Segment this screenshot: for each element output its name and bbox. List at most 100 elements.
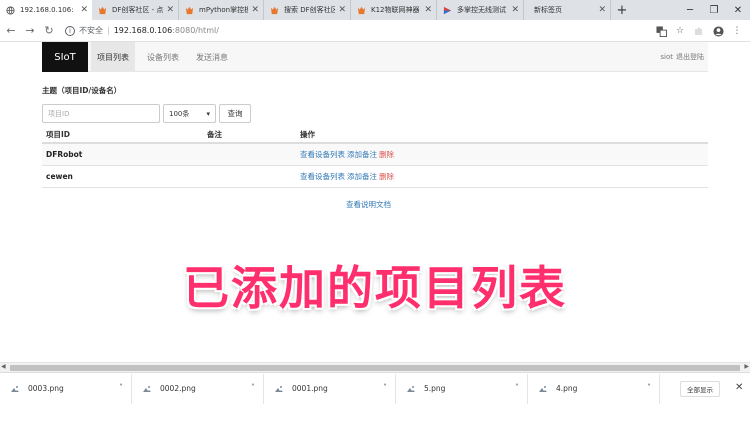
nav-item-devices[interactable]: 设备列表 <box>141 42 185 72</box>
view-devices-link[interactable]: 查看设备列表 <box>300 171 345 182</box>
download-item[interactable]: 0001.png ˄ <box>264 373 396 404</box>
project-id-input[interactable] <box>42 104 160 123</box>
add-note-link[interactable]: 添加备注 <box>347 171 377 182</box>
download-item[interactable]: 0003.png ˄ <box>0 373 132 404</box>
delete-link[interactable]: 删除 <box>379 171 394 182</box>
browser-tab-6[interactable]: 多掌控无线测试 ✕ <box>437 0 524 20</box>
address-host: 192.168.0.106 <box>113 26 173 35</box>
download-filename: 0003.png <box>28 384 64 393</box>
horizontal-scrollbar[interactable]: ◀ ▶ <box>0 362 750 372</box>
browser-tab-7[interactable]: 新标签页 ✕ <box>524 0 611 20</box>
close-download-shelf-icon[interactable]: ✕ <box>735 382 743 393</box>
address-path: :8080/html/ <box>172 26 219 35</box>
dropdown-arrow-icon: ▾ <box>206 109 210 118</box>
header-actions: 操作 <box>300 130 315 139</box>
download-item[interactable]: 5.png ˄ <box>396 373 528 404</box>
image-file-icon <box>10 384 20 394</box>
tab-title: 多掌控无线测试 <box>457 6 506 14</box>
forward-arrow-icon[interactable]: → <box>22 22 38 40</box>
download-item[interactable]: 4.png ˄ <box>528 373 660 404</box>
security-label: 不安全 <box>79 26 103 35</box>
address-bar[interactable]: i 不安全 | 192.168.0.106:8080/html/ <box>65 22 665 40</box>
tab-close-icon[interactable]: ✕ <box>251 5 259 15</box>
chevron-up-icon[interactable]: ˄ <box>383 383 387 392</box>
close-window-icon[interactable]: ✕ <box>726 0 750 20</box>
toolbar-actions: ☆ ⋮ <box>654 22 744 40</box>
tab-close-icon[interactable]: ✕ <box>80 5 88 15</box>
tab-close-icon[interactable]: ✕ <box>598 5 606 15</box>
user-area: siot 退出登陆 <box>660 42 704 72</box>
translate-icon[interactable] <box>654 24 668 38</box>
download-shelf: 0003.png ˄ 0002.png ˄ 0001.png ˄ 5.png ˄… <box>0 372 750 404</box>
scrollbar-thumb[interactable] <box>10 365 740 371</box>
download-filename: 0002.png <box>160 384 196 393</box>
scroll-left-icon[interactable]: ◀ <box>1 363 6 370</box>
site-navbar: SIoT 项目列表 设备列表 发送消息 siot 退出登陆 <box>42 42 708 72</box>
tab-close-icon[interactable]: ✕ <box>338 5 346 15</box>
browser-tab-2[interactable]: DF创客社区 - 点 ✕ <box>92 0 179 20</box>
docs-link[interactable]: 查看说明文档 <box>346 199 391 210</box>
image-file-icon <box>142 384 152 394</box>
table-header: 项目ID 备注 操作 <box>42 127 708 144</box>
chevron-up-icon[interactable]: ˄ <box>515 383 519 392</box>
info-icon[interactable]: i <box>65 25 75 36</box>
delete-link[interactable]: 删除 <box>379 149 394 160</box>
nav-item-projects[interactable]: 项目列表 <box>91 42 135 72</box>
minimize-icon[interactable]: ─ <box>678 0 702 20</box>
scroll-right-icon[interactable]: ▶ <box>744 363 749 370</box>
download-item[interactable]: 0002.png ˄ <box>132 373 264 404</box>
add-note-link[interactable]: 添加备注 <box>347 149 377 160</box>
browser-tab-3[interactable]: mPython掌控板 ✕ <box>179 0 264 20</box>
row-actions: 查看设备列表 添加备注 删除 <box>300 144 396 165</box>
query-button[interactable]: 查询 <box>219 104 251 123</box>
image-file-icon <box>274 384 284 394</box>
browser-toolbar: ← → ↻ i 不安全 | 192.168.0.106:8080/html/ ☆… <box>0 20 750 42</box>
back-arrow-icon[interactable]: ← <box>3 22 19 40</box>
page-size-select[interactable]: 100条 ▾ <box>163 104 216 123</box>
address-separator: | <box>107 26 110 35</box>
download-filename: 0001.png <box>292 384 328 393</box>
overlay-caption: 已添加的项目列表 <box>183 261 567 315</box>
project-table: 项目ID 备注 操作 DFRobot 查看设备列表 添加备注 删除 cewen … <box>42 127 708 188</box>
account-icon[interactable] <box>711 24 725 38</box>
view-devices-link[interactable]: 查看设备列表 <box>300 149 345 160</box>
logout-link[interactable]: 退出登陆 <box>676 52 704 62</box>
tab-close-icon[interactable]: ✕ <box>424 5 432 15</box>
topic-label: 主题（项目ID/设备名） <box>42 86 122 95</box>
brand-logo[interactable]: SIoT <box>42 42 88 72</box>
tab-close-icon[interactable]: ✕ <box>166 5 174 15</box>
chevron-up-icon[interactable]: ˄ <box>251 383 255 392</box>
row-actions: 查看设备列表 添加备注 删除 <box>300 166 396 187</box>
star-icon[interactable]: ☆ <box>673 24 687 38</box>
window-controls: ─ ❐ ✕ <box>678 0 750 20</box>
browser-tab-5[interactable]: K12物联网神器 ✕ <box>351 0 437 20</box>
tab-title: mPython掌控板 <box>199 6 249 14</box>
new-tab-button[interactable]: + <box>611 0 633 20</box>
menu-kebab-icon[interactable]: ⋮ <box>730 24 744 38</box>
tab-title: DF创客社区 - 点 <box>112 6 164 14</box>
project-name: cewen <box>46 172 73 181</box>
header-note: 备注 <box>207 130 222 139</box>
colorful-logo-icon <box>443 6 452 15</box>
download-filename: 4.png <box>556 384 578 393</box>
reload-icon[interactable]: ↻ <box>41 22 57 40</box>
table-row: DFRobot 查看设备列表 添加备注 删除 <box>42 144 708 166</box>
tab-title: 新标签页 <box>534 6 562 14</box>
restore-icon[interactable]: ❐ <box>702 0 726 20</box>
browser-tab-4[interactable]: 搜索 DF创客社区 ✕ <box>264 0 351 20</box>
df-logo-icon <box>357 6 366 15</box>
show-all-button[interactable]: 全部显示 <box>680 381 720 397</box>
tab-title: K12物联网神器 <box>371 6 420 14</box>
project-name: DFRobot <box>46 150 83 159</box>
tab-close-icon[interactable]: ✕ <box>511 5 519 15</box>
image-file-icon <box>406 384 416 394</box>
header-project-id: 项目ID <box>46 130 71 139</box>
extension-icon[interactable] <box>692 24 706 38</box>
df-logo-icon <box>270 6 279 15</box>
chevron-up-icon[interactable]: ˄ <box>119 383 123 392</box>
chevron-up-icon[interactable]: ˄ <box>647 383 651 392</box>
browser-tab-1[interactable]: 192.168.0.106: ✕ <box>0 0 92 20</box>
tab-title: 搜索 DF创客社区 <box>284 6 336 14</box>
nav-item-send-message[interactable]: 发送消息 <box>190 42 234 72</box>
df-logo-icon <box>98 6 107 15</box>
